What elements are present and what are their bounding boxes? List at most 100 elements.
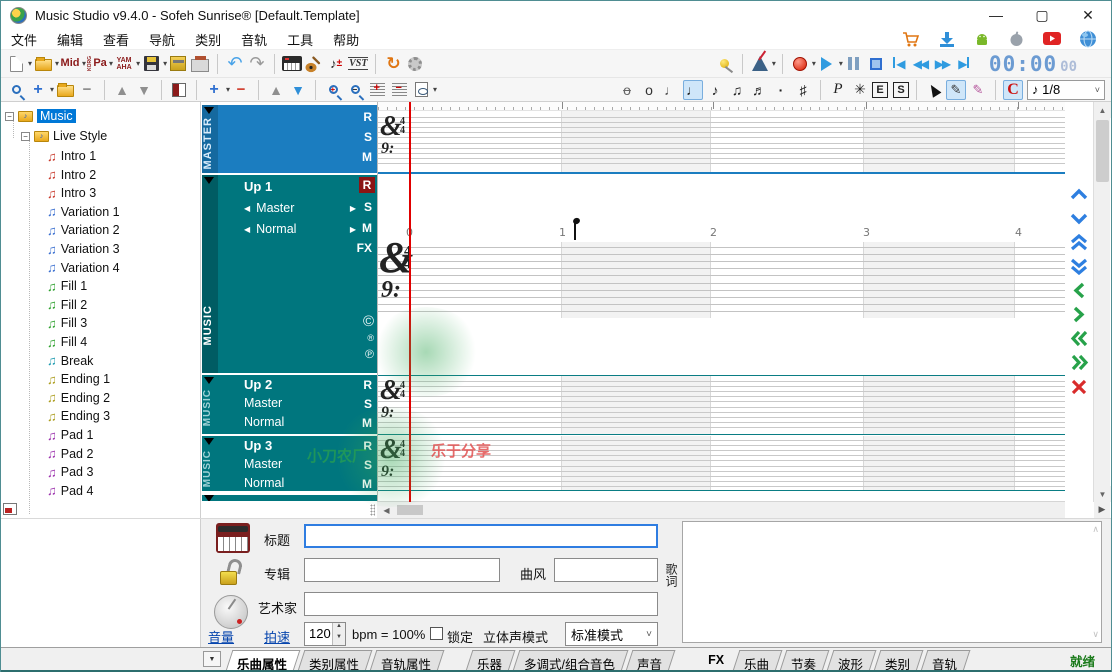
export-button[interactable] bbox=[168, 52, 188, 76]
view-options-dropdown[interactable]: ▾ bbox=[433, 85, 437, 94]
master-solo-toggle[interactable]: S bbox=[364, 130, 372, 144]
play-button[interactable] bbox=[817, 52, 837, 76]
tree-item-ending-2[interactable]: ♫Ending 2 bbox=[47, 389, 110, 407]
youtube-icon[interactable] bbox=[1042, 31, 1062, 47]
add-track-button[interactable]: + bbox=[204, 80, 224, 100]
volume-knob[interactable] bbox=[214, 595, 248, 629]
guitar-button[interactable] bbox=[304, 52, 324, 76]
pedal-button[interactable]: P bbox=[828, 80, 848, 100]
nav-page-up-button[interactable] bbox=[1068, 233, 1090, 251]
tree-group-live-style[interactable]: − ♪ Live Style bbox=[21, 127, 107, 145]
import-korg-button[interactable]: KORGPa bbox=[87, 52, 107, 76]
zoom-out-button[interactable]: − bbox=[345, 80, 365, 100]
master-track-header[interactable]: MASTER R S M bbox=[202, 105, 377, 173]
mode-selector[interactable]: ◀ Normal ▶ bbox=[244, 222, 356, 236]
left-arrow-icon[interactable]: ◀ bbox=[244, 204, 250, 213]
track-panel-button[interactable] bbox=[169, 80, 189, 100]
track-title[interactable]: Up 2 bbox=[244, 377, 272, 392]
up2-track-header[interactable]: MUSIC Up 2 Master Normal R S M bbox=[202, 375, 377, 434]
tree-item-fill-1[interactable]: ♫Fill 1 bbox=[47, 277, 87, 295]
up2-score-lane[interactable]: & 44 9: bbox=[378, 376, 1066, 434]
menu-类别[interactable]: 类别 bbox=[185, 28, 231, 51]
tree-item-variation-3[interactable]: ♫Variation 3 bbox=[47, 240, 120, 258]
score-area[interactable]: & 44 9: 01234 & 44 9: & 44 9: bbox=[377, 102, 1065, 518]
menu-文件[interactable]: 文件 bbox=[1, 28, 47, 51]
mute-toggle[interactable]: M bbox=[362, 416, 372, 430]
bus-selector[interactable]: ◀ Master ▶ bbox=[244, 201, 356, 215]
breve-note-button[interactable]: o bbox=[617, 80, 637, 100]
shop-cart-icon[interactable] bbox=[901, 30, 921, 48]
horizontal-scrollbar[interactable]: ◀ bbox=[377, 501, 1065, 518]
bus-selector[interactable]: Master bbox=[244, 396, 356, 410]
tab-波形[interactable]: 波形 bbox=[827, 650, 877, 671]
up1-score-lane[interactable]: 01234 & 44 9: bbox=[378, 174, 1066, 374]
maximize-button[interactable]: ▢ bbox=[1019, 1, 1065, 29]
left-arrow-icon[interactable]: ◀ bbox=[244, 225, 250, 234]
tree-item-variation-4[interactable]: ♫Variation 4 bbox=[47, 259, 120, 277]
add-category-button[interactable]: + bbox=[28, 80, 48, 100]
scroll-up-button[interactable]: ▲ bbox=[1094, 102, 1111, 118]
tree-item-ending-3[interactable]: ♫Ending 3 bbox=[47, 407, 110, 425]
snap-value-select[interactable]: ♪ 1/8 ˅ bbox=[1027, 80, 1105, 100]
pause-button[interactable] bbox=[844, 52, 864, 76]
collapse-triangle-icon[interactable] bbox=[204, 377, 214, 389]
nav-measure-left-button[interactable] bbox=[1068, 329, 1090, 347]
minimize-button[interactable]: — bbox=[973, 1, 1019, 29]
print-button[interactable] bbox=[190, 52, 210, 76]
play-dropdown[interactable]: ▾ bbox=[839, 59, 843, 68]
right-arrow-icon[interactable]: ▶ bbox=[350, 225, 356, 234]
erase-tool-button[interactable]: ✎ bbox=[968, 80, 988, 100]
import-yamaha-dropdown[interactable]: ▾ bbox=[136, 59, 140, 68]
settings-button[interactable] bbox=[405, 52, 425, 76]
download-icon[interactable] bbox=[938, 30, 956, 48]
move-down-button[interactable]: ▼ bbox=[134, 80, 154, 100]
tree-item-pad-3[interactable]: ♫Pad 3 bbox=[47, 463, 93, 481]
lyrics-scroll-down-icon[interactable]: ∨ bbox=[1092, 629, 1099, 640]
android-icon[interactable] bbox=[973, 30, 991, 48]
sharp-button[interactable]: ♯ bbox=[793, 80, 813, 100]
dotted-note-button[interactable]: · bbox=[771, 80, 791, 100]
select-tool-button[interactable] bbox=[924, 80, 944, 100]
vertical-scrollbar[interactable]: ▲ ▼ bbox=[1093, 102, 1110, 502]
new-file-dropdown[interactable]: ▾ bbox=[28, 59, 32, 68]
open-file-dropdown[interactable]: ▾ bbox=[55, 59, 59, 68]
right-arrow-icon[interactable]: ▶ bbox=[350, 204, 356, 213]
eighth-note-button[interactable]: ♪ bbox=[705, 80, 725, 100]
track-title[interactable]: Up 3 bbox=[244, 438, 272, 453]
up1-strip[interactable]: MUSIC bbox=[202, 175, 218, 373]
expand-tracks-button[interactable]: + bbox=[367, 80, 387, 100]
import-midi-dropdown[interactable]: ▾ bbox=[82, 59, 86, 68]
tempo-up-icon[interactable]: ▲ bbox=[333, 623, 345, 634]
apple-icon[interactable] bbox=[1008, 30, 1025, 48]
tree-item-intro-3[interactable]: ♫Intro 3 bbox=[47, 184, 96, 202]
tree-item-pad-1[interactable]: ♫Pad 1 bbox=[47, 426, 93, 444]
step-back-button[interactable]: ◀ bbox=[888, 52, 908, 76]
quarter-note-button[interactable]: ♩ bbox=[683, 80, 703, 100]
whole-note-button[interactable]: o bbox=[639, 80, 659, 100]
master-strip[interactable]: MASTER bbox=[202, 105, 218, 173]
mute-toggle[interactable]: M bbox=[362, 221, 372, 235]
microphone-button[interactable] bbox=[715, 52, 735, 76]
fast-forward-button[interactable]: ▶▶ bbox=[932, 52, 952, 76]
sustain-button[interactable]: S bbox=[893, 82, 909, 98]
sixteenth-note-button[interactable]: ♫ bbox=[727, 80, 747, 100]
collapse-triangle-icon[interactable] bbox=[204, 438, 214, 450]
new-file-button[interactable] bbox=[6, 52, 26, 76]
undo-button[interactable]: ↶ bbox=[225, 52, 245, 76]
menu-帮助[interactable]: 帮助 bbox=[323, 28, 369, 51]
record-toggle-active[interactable]: R bbox=[359, 177, 375, 193]
nav-left-button[interactable] bbox=[1068, 281, 1090, 299]
zoom-in-button[interactable]: + bbox=[323, 80, 343, 100]
view-options-button[interactable] bbox=[411, 80, 431, 100]
half-note-button[interactable]: ♩ bbox=[661, 80, 681, 100]
master-mute-toggle[interactable]: M bbox=[362, 150, 372, 164]
nav-right-button[interactable] bbox=[1068, 305, 1090, 323]
mute-toggle[interactable]: M bbox=[362, 477, 372, 491]
track-down-button[interactable]: ▼ bbox=[288, 80, 308, 100]
open-file-button[interactable] bbox=[33, 52, 53, 76]
record-toggle[interactable]: R bbox=[363, 378, 372, 392]
tree-item-fill-3[interactable]: ♫Fill 3 bbox=[47, 314, 87, 332]
volume-link[interactable]: 音量 bbox=[208, 627, 234, 646]
delete-selection-button[interactable] bbox=[1068, 378, 1090, 396]
lyrics-textarea[interactable]: ∧ ∨ bbox=[682, 521, 1102, 643]
